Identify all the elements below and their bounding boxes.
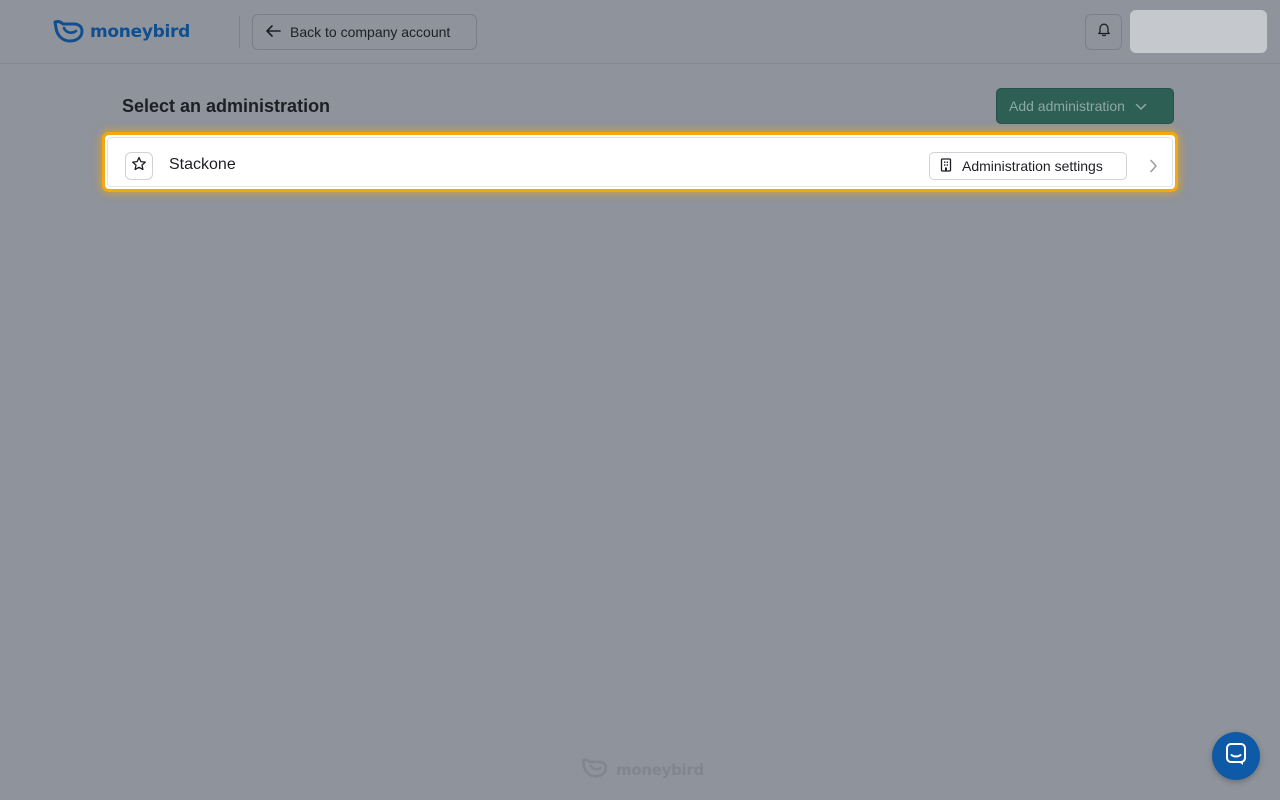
administration-row-inner: Stackone Administration settings <box>107 137 1173 187</box>
building-icon <box>940 157 952 175</box>
footer-logo-text: moneybird <box>616 760 704 779</box>
administration-row[interactable]: Stackone Administration settings <box>102 132 1178 192</box>
star-icon <box>131 156 147 177</box>
administration-settings-label: Administration settings <box>962 158 1103 174</box>
add-administration-button[interactable]: Add administration <box>996 88 1174 124</box>
administration-name: Stackone <box>169 156 236 173</box>
top-bar: moneybird Back to company account <box>0 0 1280 64</box>
favorite-button[interactable] <box>125 152 153 180</box>
chat-support-button[interactable] <box>1212 732 1260 780</box>
back-button-label: Back to company account <box>290 24 451 40</box>
back-to-company-button[interactable]: Back to company account <box>252 14 477 50</box>
page-title: Select an administration <box>122 96 331 116</box>
notifications-button[interactable] <box>1085 14 1122 50</box>
logo-text: moneybird <box>90 22 190 42</box>
add-administration-label: Add administration <box>1009 98 1125 114</box>
arrow-left-icon <box>265 24 281 41</box>
administration-settings-button[interactable]: Administration settings <box>929 152 1127 180</box>
moneybird-bird-icon <box>52 17 84 48</box>
bell-icon <box>1097 22 1111 42</box>
moneybird-logo[interactable]: moneybird <box>52 18 190 46</box>
chevron-right-icon <box>1146 156 1160 176</box>
chevron-down-icon <box>1135 98 1147 114</box>
moneybird-bird-icon <box>580 756 608 783</box>
chat-icon <box>1225 742 1247 771</box>
account-menu-button[interactable] <box>1130 10 1267 53</box>
footer-logo: moneybird <box>580 756 704 783</box>
header-divider <box>239 16 240 48</box>
